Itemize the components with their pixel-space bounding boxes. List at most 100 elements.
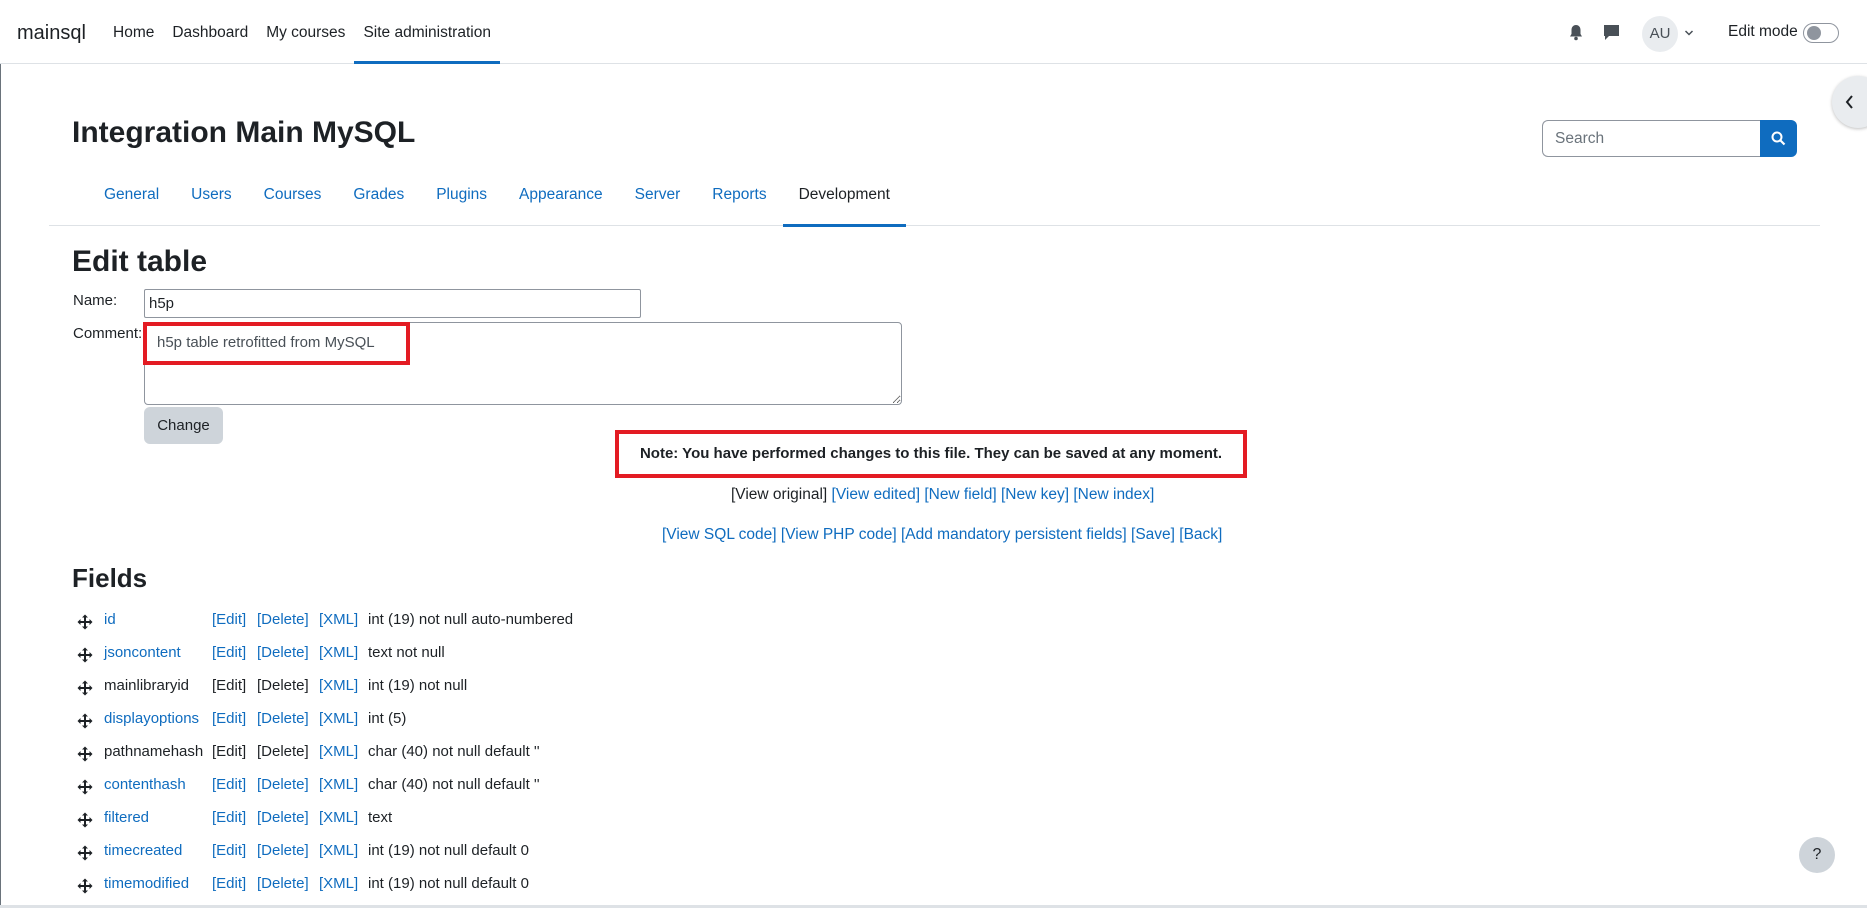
field-xml-link[interactable]: [XML] [319, 677, 358, 694]
field-name[interactable]: displayoptions [104, 710, 199, 727]
field-edit-link[interactable]: [Edit] [212, 809, 246, 826]
field-name[interactable]: filtered [104, 809, 149, 826]
move-icon[interactable] [77, 779, 93, 799]
field-delete-link[interactable]: [Delete] [257, 842, 309, 859]
field-name: pathnamehash [104, 743, 204, 760]
field-xml-link[interactable]: [XML] [319, 875, 358, 892]
field-edit-link[interactable]: [Edit] [212, 875, 246, 892]
nav-site-administration[interactable]: Site administration [354, 0, 500, 64]
edit-mode-label: Edit mode [1728, 23, 1798, 40]
move-icon[interactable] [77, 845, 93, 865]
admin-tabs: General Users Courses Grades Plugins App… [49, 176, 1820, 227]
field-xml-link[interactable]: [XML] [319, 644, 358, 661]
field-type: char (40) not null default '' [368, 743, 540, 760]
page-title: Integration Main MySQL [72, 116, 416, 149]
edit-mode-toggle[interactable] [1803, 23, 1839, 43]
search-form [1542, 120, 1797, 157]
search-input[interactable] [1542, 120, 1760, 157]
field-delete-link: [Delete] [257, 743, 309, 760]
tab-plugins[interactable]: Plugins [420, 176, 503, 226]
tab-general[interactable]: General [88, 176, 175, 226]
field-edit-link[interactable]: [Edit] [212, 710, 246, 727]
primary-nav: Home Dashboard My courses Site administr… [104, 0, 500, 64]
field-type: text not null [368, 644, 445, 661]
field-delete-link[interactable]: [Delete] [257, 776, 309, 793]
field-edit-link: [Edit] [212, 743, 247, 760]
fields-heading: Fields [72, 563, 148, 593]
chevron-down-icon[interactable] [1684, 25, 1694, 42]
move-icon[interactable] [77, 746, 93, 766]
add-mandatory-fields-link[interactable]: [Add mandatory persistent fields] [901, 526, 1127, 543]
open-block-drawer-button[interactable] [1832, 76, 1867, 128]
search-button[interactable] [1760, 120, 1797, 157]
tab-development[interactable]: Development [782, 176, 907, 227]
field-delete-link[interactable]: [Delete] [257, 809, 309, 826]
move-icon[interactable] [77, 713, 93, 733]
field-edit-link[interactable]: [Edit] [212, 611, 246, 628]
comment-highlight-box [143, 322, 410, 365]
unsaved-changes-note: Note: You have performed changes to this… [615, 430, 1247, 478]
user-avatar[interactable]: AU [1642, 16, 1678, 52]
table-name-input[interactable] [144, 289, 641, 318]
help-button[interactable]: ? [1799, 837, 1835, 873]
field-type: int (19) not null auto-numbered [368, 611, 574, 628]
back-link[interactable]: [Back] [1179, 526, 1222, 543]
toggle-knob [1807, 26, 1821, 40]
field-xml-link[interactable]: [XML] [319, 776, 358, 793]
move-icon[interactable] [77, 812, 93, 832]
nav-dashboard[interactable]: Dashboard [163, 0, 257, 64]
field-xml-link[interactable]: [XML] [319, 809, 358, 826]
move-icon[interactable] [77, 680, 93, 700]
edit-table-heading: Edit table [72, 245, 208, 278]
tab-users[interactable]: Users [175, 176, 247, 226]
change-button[interactable]: Change [144, 407, 223, 444]
name-label: Name: [73, 292, 118, 309]
move-icon[interactable] [77, 647, 93, 667]
tab-courses[interactable]: Courses [248, 176, 338, 226]
field-type: int (19) not null [368, 677, 468, 694]
tab-reports[interactable]: Reports [696, 176, 782, 226]
field-delete-link[interactable]: [Delete] [257, 875, 309, 892]
field-delete-link[interactable]: [Delete] [257, 644, 309, 661]
save-link[interactable]: [Save] [1131, 526, 1175, 543]
top-navbar: mainsql Home Dashboard My courses Site a… [0, 0, 1867, 64]
field-delete-link[interactable]: [Delete] [257, 710, 309, 727]
field-edit-link[interactable]: [Edit] [212, 842, 246, 859]
tab-server[interactable]: Server [619, 176, 697, 226]
move-icon[interactable] [77, 614, 93, 634]
field-name[interactable]: id [104, 611, 116, 628]
nav-my-courses[interactable]: My courses [257, 0, 354, 64]
new-key-link[interactable]: [New key] [1001, 486, 1069, 503]
field-xml-link[interactable]: [XML] [319, 611, 358, 628]
site-brand[interactable]: mainsql [17, 22, 86, 45]
view-sql-code-link[interactable]: [View SQL code] [662, 526, 777, 543]
field-name[interactable]: jsoncontent [104, 644, 181, 661]
field-delete-link[interactable]: [Delete] [257, 611, 309, 628]
new-index-link[interactable]: [New index] [1073, 486, 1154, 503]
field-xml-link[interactable]: [XML] [319, 743, 358, 760]
notifications-bell-icon[interactable] [1568, 24, 1584, 45]
field-name[interactable]: contenthash [104, 776, 186, 793]
field-name[interactable]: timemodified [104, 875, 189, 892]
comment-label: Comment: [73, 325, 143, 342]
field-xml-link[interactable]: [XML] [319, 710, 358, 727]
field-edit-link[interactable]: [Edit] [212, 776, 246, 793]
view-php-code-link[interactable]: [View PHP code] [781, 526, 897, 543]
move-icon[interactable] [77, 878, 93, 898]
window-edge [0, 0, 1, 908]
field-name[interactable]: timecreated [104, 842, 182, 859]
field-xml-link[interactable]: [XML] [319, 842, 358, 859]
field-name: mainlibraryid [104, 677, 190, 694]
field-type: text [368, 809, 393, 826]
tab-appearance[interactable]: Appearance [503, 176, 619, 226]
view-edited-link[interactable]: [View edited] [832, 486, 920, 503]
field-delete-link: [Delete] [257, 677, 309, 694]
tab-grades[interactable]: Grades [337, 176, 420, 226]
field-edit-link[interactable]: [Edit] [212, 644, 246, 661]
field-type: int (5) [368, 710, 407, 727]
new-field-link[interactable]: [New field] [924, 486, 996, 503]
field-edit-link: [Edit] [212, 677, 247, 694]
messages-chat-icon[interactable] [1603, 24, 1620, 45]
field-type: int (19) not null default 0 [368, 842, 529, 859]
nav-home[interactable]: Home [104, 0, 163, 64]
